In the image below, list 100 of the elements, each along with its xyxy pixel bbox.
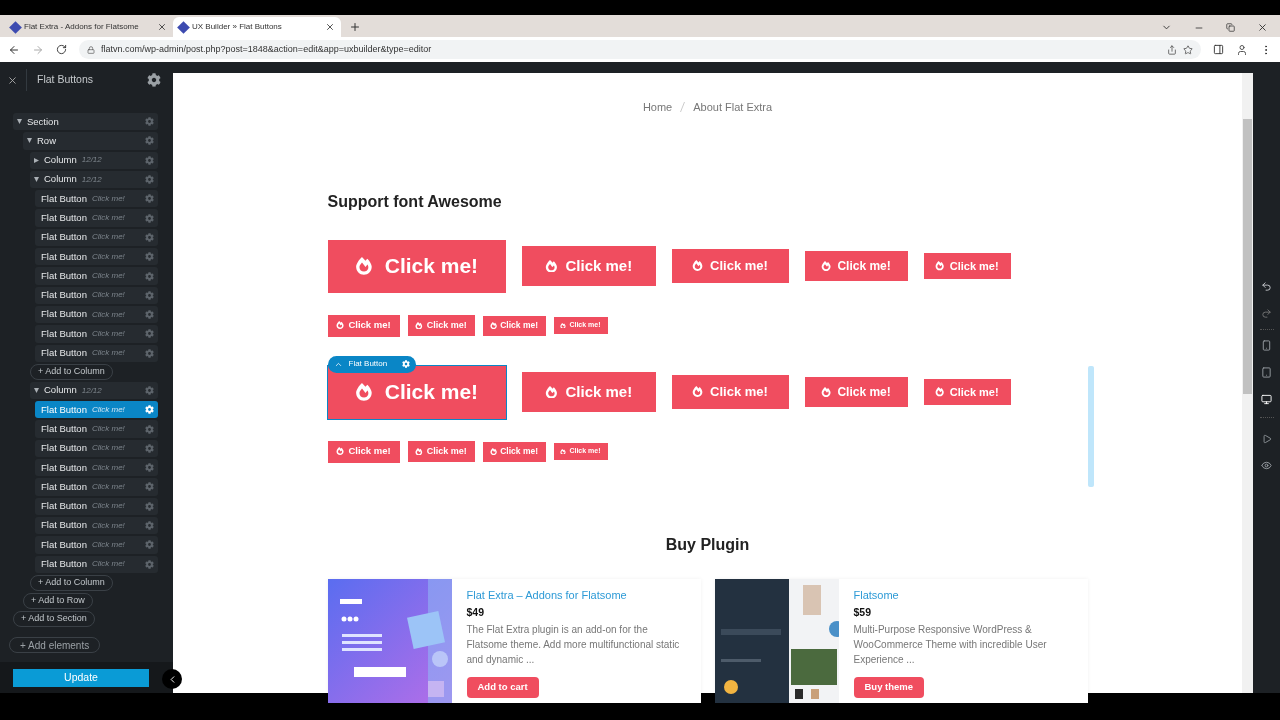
profile-icon[interactable] [1236, 43, 1248, 56]
tree-item-meta: Click me! [91, 231, 125, 244]
flat-button[interactable]: Click me! [327, 365, 506, 419]
caret-icon[interactable] [17, 119, 22, 125]
tree-item[interactable]: Column 12/12 [30, 151, 158, 169]
flat-button[interactable]: Click me! [482, 315, 546, 336]
tree-item-label: Flat Button [41, 479, 87, 494]
tree-item-label: Flat Button [41, 268, 87, 283]
tree-item[interactable]: Flat Button Click me! [35, 497, 158, 515]
tree-item-meta: Click me! [91, 538, 125, 551]
tree-item[interactable]: Column 12/12 [30, 170, 158, 189]
tree-item-label: Flat Button [41, 249, 87, 264]
caret-icon[interactable] [34, 157, 39, 163]
tab-title: UX Builder » Flat Buttons [192, 21, 283, 33]
product-button[interactable]: Buy theme [853, 676, 925, 698]
flat-button[interactable]: Click me! [804, 251, 908, 281]
tree-item[interactable]: Flat Button Click me! [35, 248, 158, 266]
tree-item[interactable]: Flat Button Click me! [35, 439, 158, 458]
section-heading: Support font Awesome [327, 191, 503, 212]
share-icon[interactable] [1167, 44, 1177, 55]
tree-item-meta: Click me! [91, 327, 125, 340]
tree-item-label: Column [44, 153, 77, 168]
back-icon[interactable] [8, 43, 20, 56]
tree-item-meta: Click me! [91, 250, 125, 263]
tree-item[interactable]: Flat Button Click me! [35, 516, 158, 535]
tree-item[interactable]: Flat Button Click me! [35, 344, 158, 362]
caret-icon[interactable] [27, 138, 32, 144]
flat-button[interactable]: Click me! [407, 315, 475, 336]
tree-item[interactable]: Flat Button Click me! [35, 459, 158, 477]
settings-icon[interactable] [147, 73, 161, 87]
product-button[interactable]: Add to cart [466, 676, 539, 698]
restore-icon[interactable] [1226, 23, 1235, 32]
selection-tag[interactable]: Flat Button [327, 355, 416, 373]
side-panel-icon[interactable] [1213, 44, 1224, 55]
caret-icon[interactable] [34, 177, 39, 183]
tree-item[interactable]: Flat Button Click me! [35, 305, 158, 324]
caret-icon[interactable] [34, 388, 39, 393]
flat-button[interactable]: Click me! [923, 379, 1011, 405]
tablet-view-icon[interactable] [1261, 367, 1272, 378]
settings-icon[interactable] [401, 360, 410, 368]
close-icon[interactable] [7, 74, 18, 86]
tree-item-meta: Click me! [91, 403, 125, 416]
tree-item[interactable]: Flat Button Click me! [35, 267, 158, 285]
tree-item-meta: Click me! [91, 500, 125, 513]
tree-item[interactable]: Flat Button Click me! [35, 228, 158, 247]
settings-icon[interactable] [145, 405, 154, 415]
flat-button[interactable]: Click me! [671, 249, 789, 283]
tree-item[interactable]: Column 12/12 [30, 381, 158, 400]
flat-button[interactable]: Click me! [407, 441, 475, 462]
tree-item[interactable]: Flat Button Click me! [35, 209, 158, 227]
star-icon[interactable] [1183, 44, 1193, 55]
flat-button[interactable]: Click me! [482, 441, 546, 462]
tree-item-meta: Click me! [91, 442, 125, 455]
flat-button[interactable]: Click me! [804, 377, 908, 407]
tree-item-label: Flat Button [41, 518, 87, 533]
tree-item[interactable]: Row [23, 132, 158, 150]
undo-icon[interactable] [1261, 281, 1272, 292]
flat-button[interactable]: Click me! [327, 239, 506, 293]
site-logo-icon [177, 20, 190, 34]
tree-item[interactable]: Flat Button Click me! [35, 555, 158, 573]
flat-button[interactable]: Click me! [521, 372, 656, 412]
close-icon[interactable] [157, 22, 167, 32]
close-icon[interactable] [1257, 22, 1268, 33]
browser-tab[interactable]: Flat Extra - Addons for Flatsome [5, 17, 173, 37]
tab-title: Flat Extra - Addons for Flatsome [24, 21, 140, 33]
tree-item[interactable]: Flat Button Click me! [35, 536, 158, 554]
mobile-view-icon[interactable] [1261, 340, 1272, 351]
fire-icon [336, 447, 345, 456]
browser-tab[interactable]: UX Builder » Flat Buttons [173, 17, 341, 37]
tree-item-meta: Click me! [91, 519, 125, 532]
flat-button[interactable]: Click me! [521, 246, 656, 286]
reload-icon[interactable] [56, 44, 67, 55]
redo-icon[interactable] [1261, 308, 1272, 319]
scrollbar[interactable] [1242, 73, 1253, 693]
flat-button[interactable]: Click me! [327, 440, 400, 463]
tree-item[interactable]: Flat Button Click me! [35, 478, 158, 496]
breadcrumb-link[interactable]: Home [642, 99, 673, 116]
tree-item-meta: Click me! [91, 308, 125, 321]
product-description: The Flat Extra plugin is an add-on for the Flatsome theme. Add more multifunctional static and dynamic ... [466, 622, 681, 667]
play-icon[interactable] [1261, 434, 1272, 444]
tree-item[interactable]: Flat Button Click me! [35, 401, 158, 419]
flat-button[interactable]: Click me! [671, 375, 789, 409]
tree-item-label: Flat Button [41, 191, 87, 206]
flat-button[interactable]: Click me! [327, 314, 400, 337]
tree-item[interactable]: Section [13, 113, 158, 131]
tree-item-meta: Click me! [91, 558, 125, 571]
tree-item[interactable]: Flat Button Click me! [35, 190, 158, 208]
tree-item[interactable]: Flat Button Click me! [35, 325, 158, 343]
address-field[interactable]: flatvn.com/wp-admin/post.php?post=1848&action=edit&app=uxbuilder&type=editor [79, 40, 1201, 59]
new-tab-icon[interactable] [349, 21, 361, 33]
breadcrumb-link[interactable]: About Flat Extra [693, 99, 773, 116]
tree-item-label: Flat Button [41, 557, 87, 572]
flat-button[interactable]: Click me! [923, 253, 1011, 279]
tree-item[interactable]: Flat Button Click me! [35, 286, 158, 304]
tree-item-meta: Click me! [91, 289, 125, 302]
tree-item[interactable]: Flat Button Click me! [35, 420, 158, 438]
preview-icon[interactable] [1261, 460, 1272, 471]
close-icon[interactable] [325, 22, 335, 32]
desktop-view-icon[interactable] [1261, 394, 1272, 405]
panel-title: Flat Buttons [37, 72, 94, 88]
